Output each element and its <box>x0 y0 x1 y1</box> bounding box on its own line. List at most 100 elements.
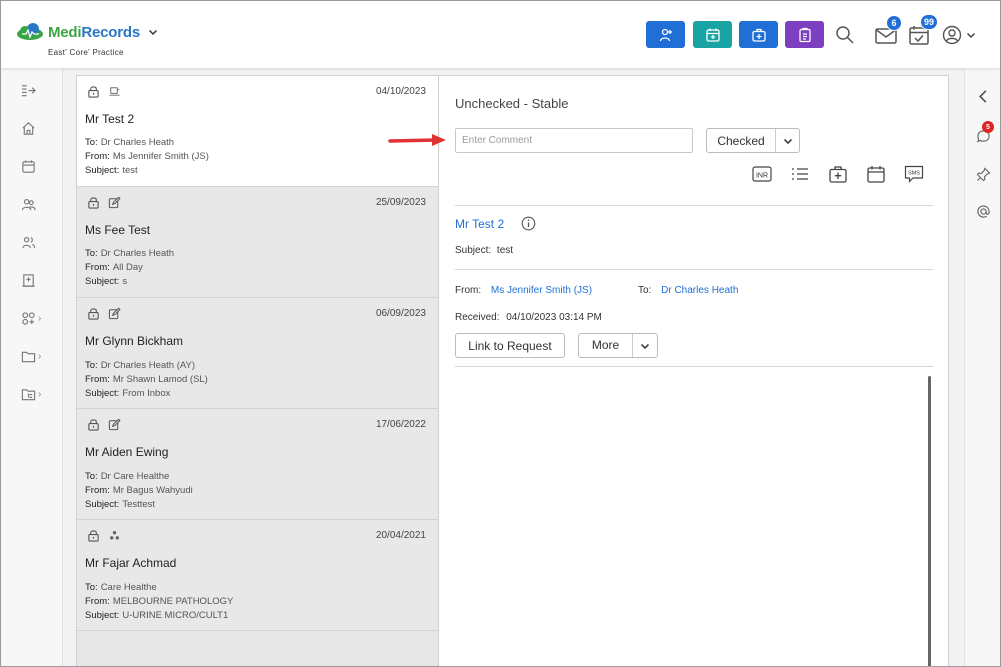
comment-input[interactable] <box>455 128 693 153</box>
practice-name: East' Core' Practice <box>48 48 124 57</box>
tasks-badge: 99 <box>920 14 939 30</box>
apps-icon <box>22 311 35 325</box>
more-button-label[interactable]: More <box>579 334 633 357</box>
message-date: 25/09/2023 <box>375 197 426 208</box>
mention-button[interactable] <box>973 201 993 221</box>
nav-folders[interactable]: › <box>21 345 45 367</box>
to-line: To: Dr Charles Heath <box>85 137 175 148</box>
left-nav-rail: › › › <box>1 68 63 666</box>
divider <box>455 269 933 270</box>
nav-calendar[interactable] <box>21 155 45 177</box>
list-button[interactable] <box>789 163 810 184</box>
nav-apps[interactable]: › <box>21 307 45 329</box>
pin-button[interactable] <box>973 164 993 184</box>
calendar-icon <box>866 165 885 183</box>
more-dropdown-toggle[interactable] <box>633 341 657 351</box>
nav-folder-tree[interactable]: › <box>21 383 45 405</box>
clipboard-button[interactable] <box>785 21 824 48</box>
sms-icon: SMS <box>904 165 923 183</box>
list-item[interactable]: 20/04/2021 Mr Fajar Achmad To: Care Healt… <box>77 520 438 631</box>
app-name: MediRecords <box>48 23 140 41</box>
detail-subject: Subject: test <box>455 245 514 256</box>
inr-icon: INR <box>751 165 772 182</box>
user-avatar-icon <box>942 25 962 45</box>
patient-name: Mr Aiden Ewing <box>85 445 169 459</box>
nav-contacts[interactable] <box>21 231 45 253</box>
nav-clinic[interactable] <box>21 269 45 291</box>
from-line: From: Mr Bagus Wahyudi <box>85 485 193 496</box>
message-date: 06/09/2023 <box>375 308 426 319</box>
more-split-button[interactable]: More <box>578 333 658 358</box>
search-button[interactable] <box>833 23 857 47</box>
list-item[interactable]: 04/10/2023 Mr Test 2 To: Dr Charles Heath… <box>77 76 438 187</box>
info-icon[interactable] <box>521 216 536 231</box>
status-title: Unchecked - Stable <box>455 96 569 111</box>
svg-text:SMS: SMS <box>908 170 920 176</box>
list-item[interactable]: 17/06/2022 Mr Aiden Ewing To: Dr Care Hea… <box>77 409 438 520</box>
patient-link[interactable]: Mr Test 2 <box>455 217 504 231</box>
subject-line: Subject: Testtest <box>85 499 156 510</box>
user-menu[interactable] <box>942 23 982 47</box>
patient-name: Mr Test 2 <box>85 112 135 126</box>
item-icons <box>87 418 121 431</box>
chevron-down-icon <box>966 32 976 39</box>
nav-home[interactable] <box>21 117 45 139</box>
calendar-tool-button[interactable] <box>865 163 886 184</box>
sms-button[interactable]: SMS <box>903 163 924 184</box>
item-icons <box>87 529 121 542</box>
svg-text:INR: INR <box>755 172 767 179</box>
medical-kit-icon <box>751 28 766 42</box>
hospital-icon <box>22 273 35 287</box>
from-link[interactable]: Ms Jennifer Smith (JS) <box>491 285 592 296</box>
home-icon <box>22 121 35 135</box>
chevron-right-icon: › <box>38 350 42 362</box>
appointment-button[interactable] <box>693 21 732 48</box>
device-icon <box>109 87 120 96</box>
add-patient-button[interactable] <box>646 21 685 48</box>
medical-kit-tool-button[interactable] <box>827 163 848 184</box>
calendar-add-icon <box>705 28 720 42</box>
top-header: MediRecords East' Core' Practice 6 99 <box>1 1 1000 68</box>
annotation-arrow-icon <box>388 134 446 146</box>
nav-patients-group[interactable] <box>21 193 45 215</box>
folder-icon <box>21 351 36 362</box>
link-to-request-button[interactable]: Link to Request <box>455 333 565 358</box>
expand-menu-button[interactable] <box>21 79 45 101</box>
detail-received: Received: 04/10/2023 03:14 PM <box>455 312 602 323</box>
list-item[interactable]: 25/09/2023 Ms Fee Test To: Dr Charles Hea… <box>77 187 438 298</box>
checked-dropdown-toggle[interactable] <box>776 129 799 152</box>
cloud-logo-icon <box>17 23 43 40</box>
list-item[interactable]: 06/09/2023 Mr Glynn Bickham To: Dr Charle… <box>77 298 438 409</box>
checked-split-button[interactable]: Checked <box>706 128 800 153</box>
chevron-down-icon <box>783 138 792 144</box>
users-icon <box>22 236 36 248</box>
detail-to: To: Dr Charles Heath <box>638 285 739 296</box>
message-date: 17/06/2022 <box>375 419 426 430</box>
chevron-down-icon[interactable] <box>148 27 158 37</box>
divider <box>455 205 933 206</box>
patient-name: Mr Fajar Achmad <box>85 556 177 570</box>
calendar-icon <box>22 159 35 173</box>
mail-button[interactable]: 6 <box>874 15 902 47</box>
item-icons <box>87 85 121 98</box>
to-link[interactable]: Dr Charles Heath <box>661 285 738 296</box>
inr-button[interactable]: INR <box>751 163 772 184</box>
app-logo[interactable]: MediRecords <box>15 23 158 41</box>
chevron-left-icon <box>978 89 986 103</box>
medical-kit-icon <box>828 165 847 183</box>
content-scrollbar[interactable] <box>928 376 931 666</box>
lock-icon <box>88 419 99 431</box>
lock-icon <box>88 86 99 98</box>
medical-kit-button[interactable] <box>739 21 778 48</box>
to-line: To: Dr Charles Heath (AY) <box>85 360 196 371</box>
subject-line: Subject: test <box>85 165 138 176</box>
tasks-button[interactable]: 99 <box>907 14 939 47</box>
checked-button-label[interactable]: Checked <box>707 129 776 152</box>
to-line: To: Dr Care Healthe <box>85 471 170 482</box>
clipboard-icon <box>798 27 811 42</box>
expand-menu-icon <box>21 84 36 96</box>
message-date: 20/04/2021 <box>375 530 426 541</box>
collapse-panel-button[interactable] <box>973 86 993 106</box>
from-line: From: MELBOURNE PATHOLOGY <box>85 596 234 607</box>
edit-icon <box>108 418 121 431</box>
